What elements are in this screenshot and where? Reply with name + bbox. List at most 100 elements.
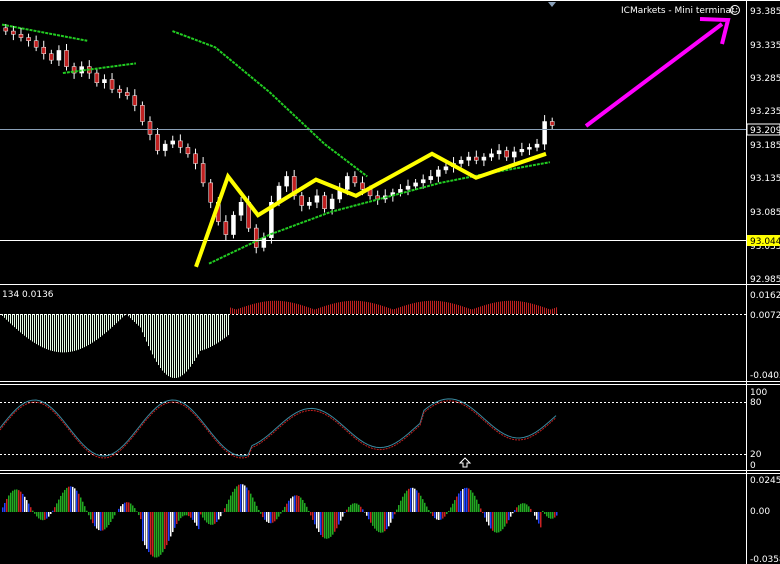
histogram-bar [520, 301, 521, 314]
histogram-bar [366, 512, 368, 516]
histogram-bar [120, 506, 122, 512]
histogram-bar [30, 314, 31, 341]
histogram-bar [146, 512, 148, 549]
chart-canvas[interactable]: ICMarkets - Mini terminal 93.385 93.335 … [0, 0, 780, 564]
histogram-bar [86, 314, 87, 347]
histogram-bar [440, 301, 441, 314]
candle [124, 87, 130, 100]
histogram-bar [180, 314, 181, 377]
histogram-bar [266, 301, 267, 314]
histogram-bar [232, 491, 234, 512]
histogram-bar [418, 492, 420, 512]
histogram-bar [150, 512, 152, 555]
histogram-bar [350, 504, 352, 512]
candle [322, 191, 327, 213]
histogram-bar [48, 512, 50, 517]
histogram-bar [28, 503, 30, 512]
histogram-bar [258, 509, 260, 512]
histogram-bar [104, 512, 106, 530]
histogram-bar [118, 314, 119, 322]
histogram-bar [448, 302, 449, 314]
histogram-bar [196, 314, 197, 358]
histogram-bar [164, 314, 165, 373]
oscillator-panel-2[interactable]: 100 80 20 0 [0, 388, 767, 471]
candle [375, 190, 380, 205]
histogram-bar [480, 508, 482, 512]
histogram-bar [308, 510, 310, 512]
histogram-bar [284, 506, 286, 512]
price-panel[interactable]: ICMarkets - Mini terminal 93.385 93.335 … [0, 2, 780, 285]
candle [527, 143, 532, 156]
histogram-bar [474, 495, 476, 512]
histogram-bar [88, 314, 89, 346]
candle [94, 69, 100, 87]
candle [193, 148, 198, 170]
histogram-bar [182, 314, 183, 376]
histogram-bar [394, 309, 395, 314]
histogram-bar [450, 507, 452, 512]
candle [41, 40, 46, 60]
histogram-bar [460, 490, 462, 512]
histogram-bar [416, 302, 417, 314]
histogram-bar [438, 301, 439, 314]
histogram-bar [426, 300, 427, 314]
histogram-bar [554, 308, 555, 314]
histogram-bar [364, 301, 365, 314]
histogram-bar [468, 308, 469, 314]
histogram-bar [248, 490, 250, 512]
histogram-bar [206, 512, 208, 523]
histogram-bar [508, 512, 510, 521]
histogram-bar [6, 498, 8, 512]
histogram-bar [544, 307, 545, 314]
histogram-bar [16, 314, 17, 329]
histogram-bar [20, 314, 21, 333]
histogram-bar [96, 512, 98, 529]
histogram-bar [132, 505, 134, 512]
histogram-bar [504, 301, 505, 314]
histogram-bar [514, 300, 515, 314]
histogram-bar [278, 300, 279, 314]
histogram-bar [20, 491, 22, 512]
histogram-bar [114, 512, 116, 516]
histogram-bar [170, 314, 171, 378]
histogram-bar [128, 502, 130, 512]
histogram-bar [110, 314, 111, 329]
histogram-bar [436, 512, 438, 520]
histogram-bar [286, 301, 287, 314]
histogram-bar [60, 495, 62, 512]
histogram-bar [4, 502, 6, 512]
price-axis: 93.385 93.335 93.285 93.235 93.185 93.13… [746, 7, 780, 285]
histogram-bar [218, 512, 220, 520]
histogram-bar [446, 512, 448, 515]
histogram-bar [294, 495, 296, 512]
candle [466, 151, 471, 167]
histogram-bar [66, 487, 68, 512]
histogram-bar [312, 308, 313, 314]
histogram-bar [126, 502, 128, 512]
histogram-bar [254, 303, 255, 314]
histogram-bar [146, 314, 147, 342]
histogram-bar [254, 501, 256, 512]
histogram-bar [342, 512, 344, 517]
histogram-bar [248, 305, 249, 314]
histogram-bar [488, 512, 490, 526]
histogram-bar [548, 308, 549, 314]
candle [314, 189, 320, 209]
histogram-bar [152, 512, 154, 557]
histogram-bar [268, 512, 270, 523]
histogram-bar [64, 489, 66, 512]
histogram-bar [24, 314, 25, 336]
up-arrow-drawing[interactable] [584, 17, 731, 128]
candle [79, 61, 84, 77]
histogram-bar [36, 512, 38, 517]
histogram-bar [410, 487, 412, 512]
histogram-bar [78, 493, 80, 512]
mini-terminal-chart[interactable]: ICMarkets - Mini terminal 93.385 93.335 … [0, 0, 780, 564]
histogram-bar [182, 512, 184, 517]
histogram-bar [178, 512, 180, 521]
histogram-bar [296, 495, 298, 512]
oscillator-panel-3[interactable]: 0.0245 0.00 -0.0358 [2, 476, 780, 564]
histogram-bar [506, 512, 508, 524]
oscillator-panel-1[interactable]: 134 0.0136 0.0162 0.0072 -0.0403 [0, 290, 780, 381]
histogram-bar [556, 307, 557, 314]
